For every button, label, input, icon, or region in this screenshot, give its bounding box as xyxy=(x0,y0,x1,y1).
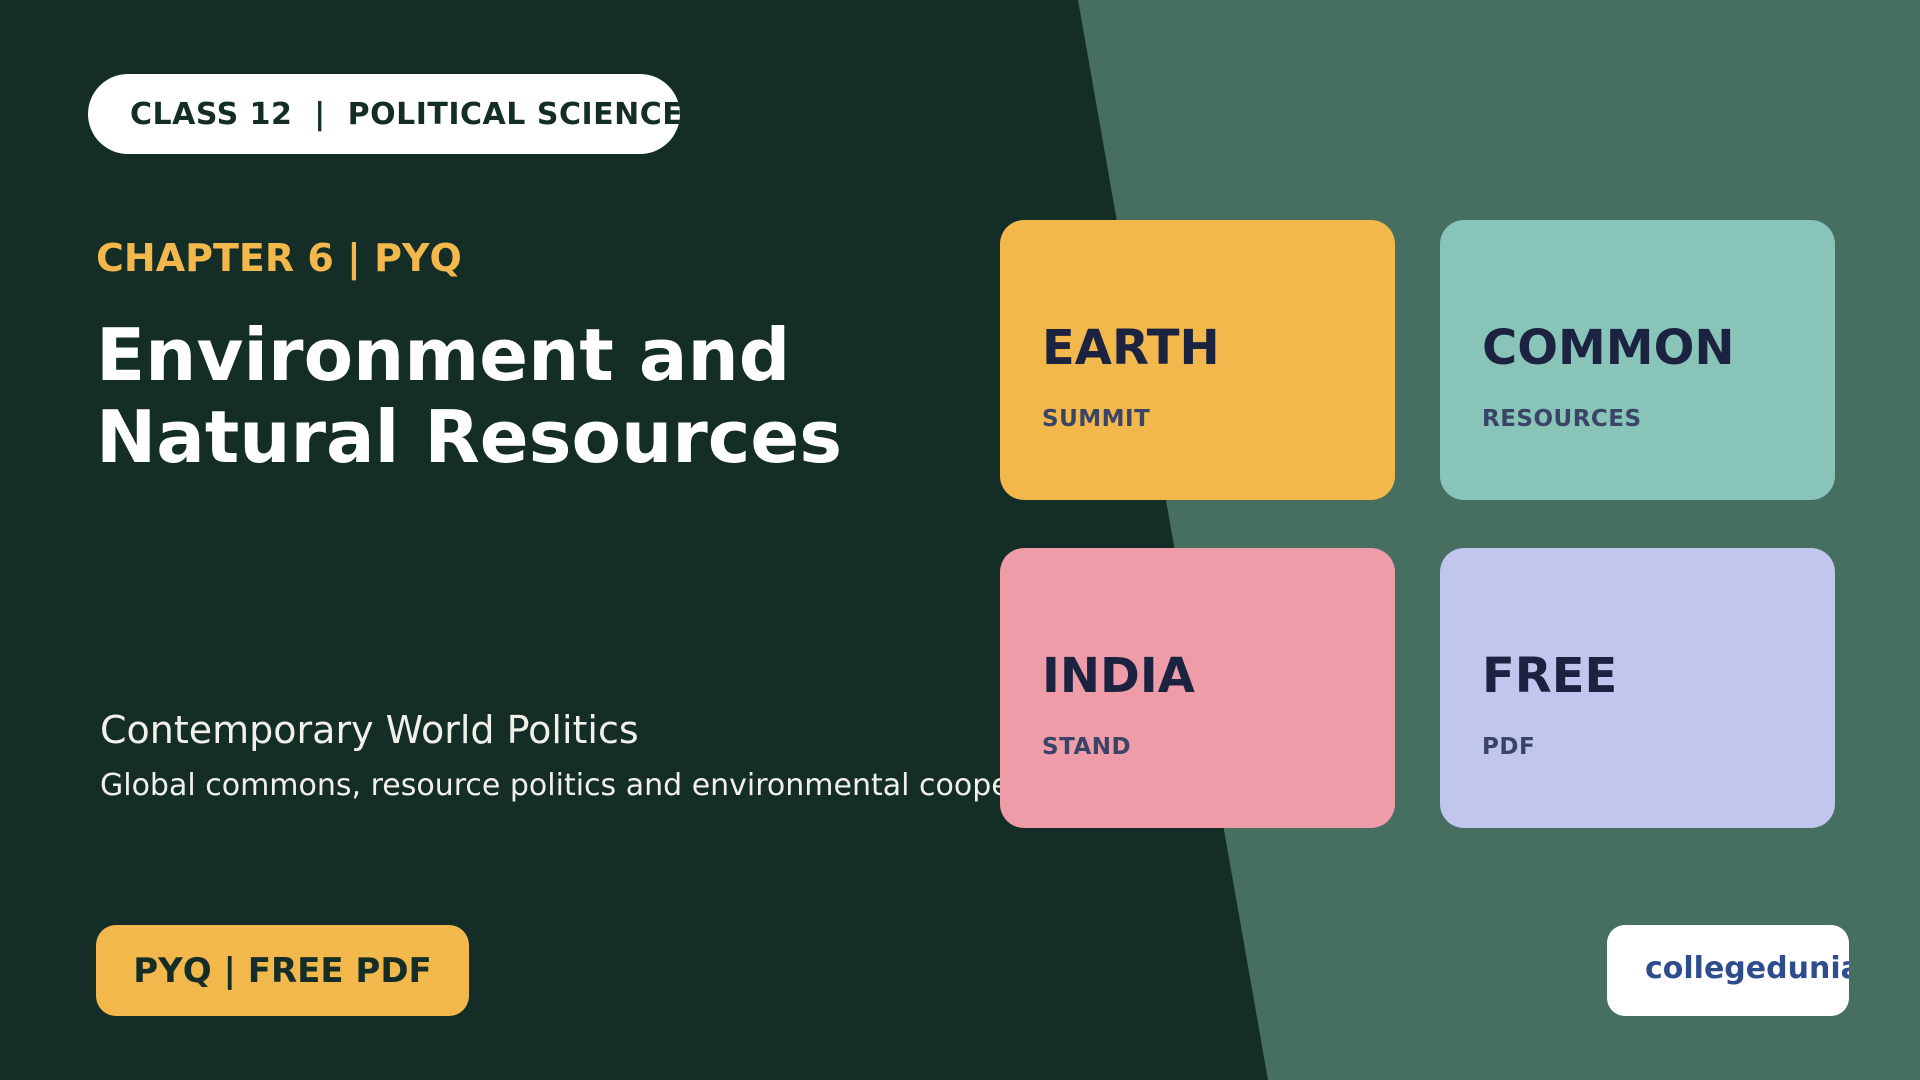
chapter-label: CHAPTER 6 | PYQ xyxy=(96,236,462,280)
title-line-1: Environment and xyxy=(96,313,791,397)
card-word: COMMON xyxy=(1482,320,1735,376)
background-panel xyxy=(1078,0,1920,1080)
pyq-free-pdf-button[interactable]: PYQ | FREE PDF xyxy=(96,925,469,1016)
card-sub: STAND xyxy=(1042,734,1132,760)
page-title: Environment and Natural Resources xyxy=(96,314,842,478)
card-word: FREE xyxy=(1482,648,1618,704)
subtitle: Contemporary World Politics xyxy=(100,708,639,752)
logo-text: collegedunia xyxy=(1645,951,1849,986)
card-sub: PDF xyxy=(1482,734,1536,760)
card-word: INDIA xyxy=(1042,648,1195,704)
card-sub: RESOURCES xyxy=(1482,406,1642,432)
class-subject-label: CLASS 12 | POLITICAL SCIENCE xyxy=(130,96,680,132)
banner: CLASS 12 | POLITICAL SCIENCE CHAPTER 6 |… xyxy=(0,0,1920,1080)
card-india-stand: INDIA STAND xyxy=(1000,548,1395,828)
class-subject-pill: CLASS 12 | POLITICAL SCIENCE xyxy=(88,74,680,154)
title-line-2: Natural Resources xyxy=(96,395,843,479)
card-earth-summit: EARTH SUMMIT xyxy=(1000,220,1395,500)
card-common-resources: COMMON RESOURCES xyxy=(1440,220,1835,500)
tagline-container: Global commons, resource politics and en… xyxy=(100,768,1000,812)
card-free-pdf: FREE PDF xyxy=(1440,548,1835,828)
tagline: Global commons, resource politics and en… xyxy=(100,768,1000,803)
collegedunia-logo[interactable]: collegedunia xyxy=(1607,925,1849,1016)
cta-label: PYQ | FREE PDF xyxy=(133,950,432,991)
card-sub: SUMMIT xyxy=(1042,406,1151,432)
card-word: EARTH xyxy=(1042,320,1220,376)
